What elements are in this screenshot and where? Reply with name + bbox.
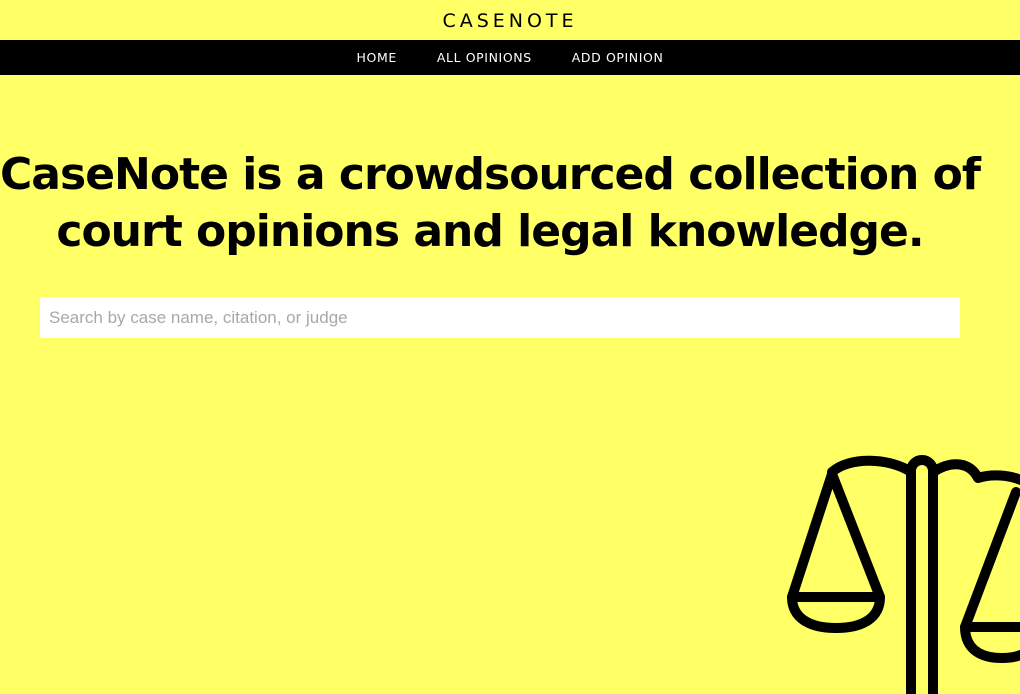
nav-item-all-opinions[interactable]: ALL OPINIONS <box>437 50 532 65</box>
hero-headline-line-2: court opinions and legal knowledge. <box>56 206 924 257</box>
brand-bar: CASENOTE <box>0 0 1020 40</box>
scales-of-justice-icon <box>787 455 1020 694</box>
main-nav: HOME ALL OPINIONS ADD OPINION <box>0 40 1020 75</box>
search-box <box>40 297 960 338</box>
hero-headline-line-1: CaseNote is a crowdsourced collection of <box>0 149 981 200</box>
hero-headline: CaseNote is a crowdsourced collection of… <box>0 146 981 260</box>
page: CASENOTE HOME ALL OPINIONS ADD OPINION C… <box>0 0 1020 694</box>
nav-item-add-opinion[interactable]: ADD OPINION <box>572 50 664 65</box>
brand-logo-link[interactable]: CASENOTE <box>442 8 577 32</box>
nav-item-home[interactable]: HOME <box>357 50 397 65</box>
search-input[interactable] <box>40 297 960 338</box>
